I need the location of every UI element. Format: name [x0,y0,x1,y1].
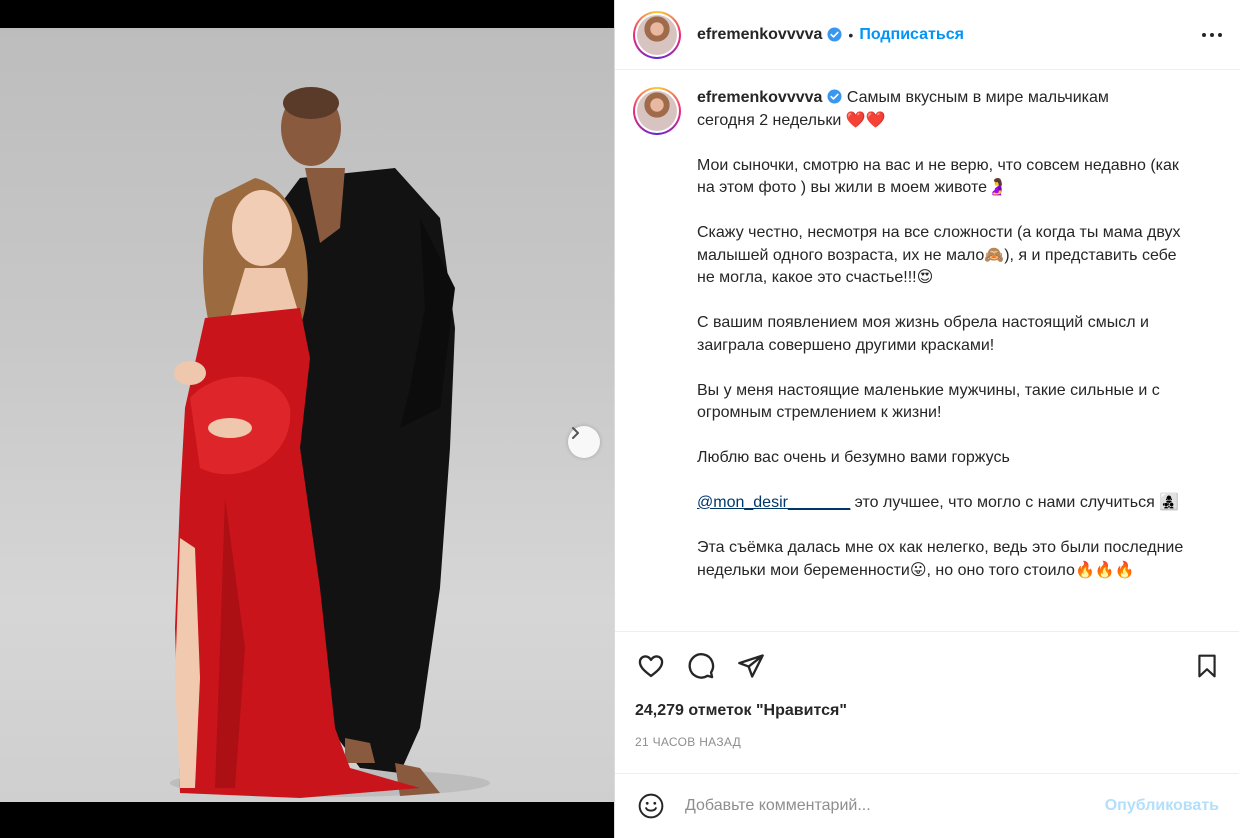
verified-badge-icon [827,89,842,104]
comment-input[interactable] [685,797,1105,815]
post-header: efremenkovvvva • Подписаться [615,0,1240,70]
caption-avatar[interactable] [633,87,681,135]
post-timestamp[interactable]: 21 ЧАСОВ НАЗАД [635,735,1223,749]
caption-line-2: сегодня 2 недельки ❤️❤️ [697,111,886,129]
avatar[interactable] [633,10,681,59]
share-icon[interactable] [735,650,767,682]
heart-icon[interactable] [635,650,667,682]
bookmark-icon[interactable] [1191,650,1223,682]
verified-badge-icon [827,27,842,42]
publish-button[interactable]: Опубликовать [1105,797,1219,815]
post-panel: efremenkovvvva • Подписаться efremenkovv… [614,0,1240,838]
caption-username[interactable]: efremenkovvvva [697,89,822,106]
caption-paragraph: это лучшее, что могло с нами случиться 👩… [850,494,1180,511]
caption-paragraph: Эта съёмка далась мне ох как нелегко, ве… [697,539,1184,579]
likes-count[interactable]: 24,279 отметок "Нравится" [635,702,1223,720]
caption-paragraph: Люблю вас очень и безумно вами горжусь [697,449,1010,466]
mention-link[interactable]: @mon_desir_______ [697,494,850,511]
caption-paragraph: С вашим появлением моя жизнь обрела наст… [697,314,1149,354]
caption-line-1: Самым вкусным в мире мальчикам [846,89,1109,106]
follow-button[interactable]: Подписаться [859,26,964,44]
caption-paragraph: Мои сыночки, смотрю на вас и не верю, чт… [697,156,1179,197]
comment-icon[interactable] [685,650,717,682]
caption-paragraph: Вы у меня настоящие маленькие мужчины, т… [697,381,1160,422]
action-icons [635,632,1223,700]
photo-illustration [170,87,490,798]
next-slide-button[interactable] [568,426,600,458]
more-options-icon[interactable] [1200,23,1224,47]
caption-paragraph: Скажу честно, несмотря на все сложности … [697,224,1181,286]
caption-text: efremenkovvvva Самым вкусным в мире маль… [697,87,1197,582]
separator-dot: • [848,26,854,43]
actions-area: 24,279 отметок "Нравится" 21 ЧАСОВ НАЗАД [615,631,1239,773]
emoji-icon[interactable] [637,792,665,820]
post-media [0,0,614,838]
post-photo[interactable] [0,28,614,802]
username-link[interactable]: efremenkovvvva [697,26,822,44]
comment-bar: Опубликовать [615,773,1239,838]
caption-area[interactable]: efremenkovvvva Самым вкусным в мире маль… [615,71,1239,631]
